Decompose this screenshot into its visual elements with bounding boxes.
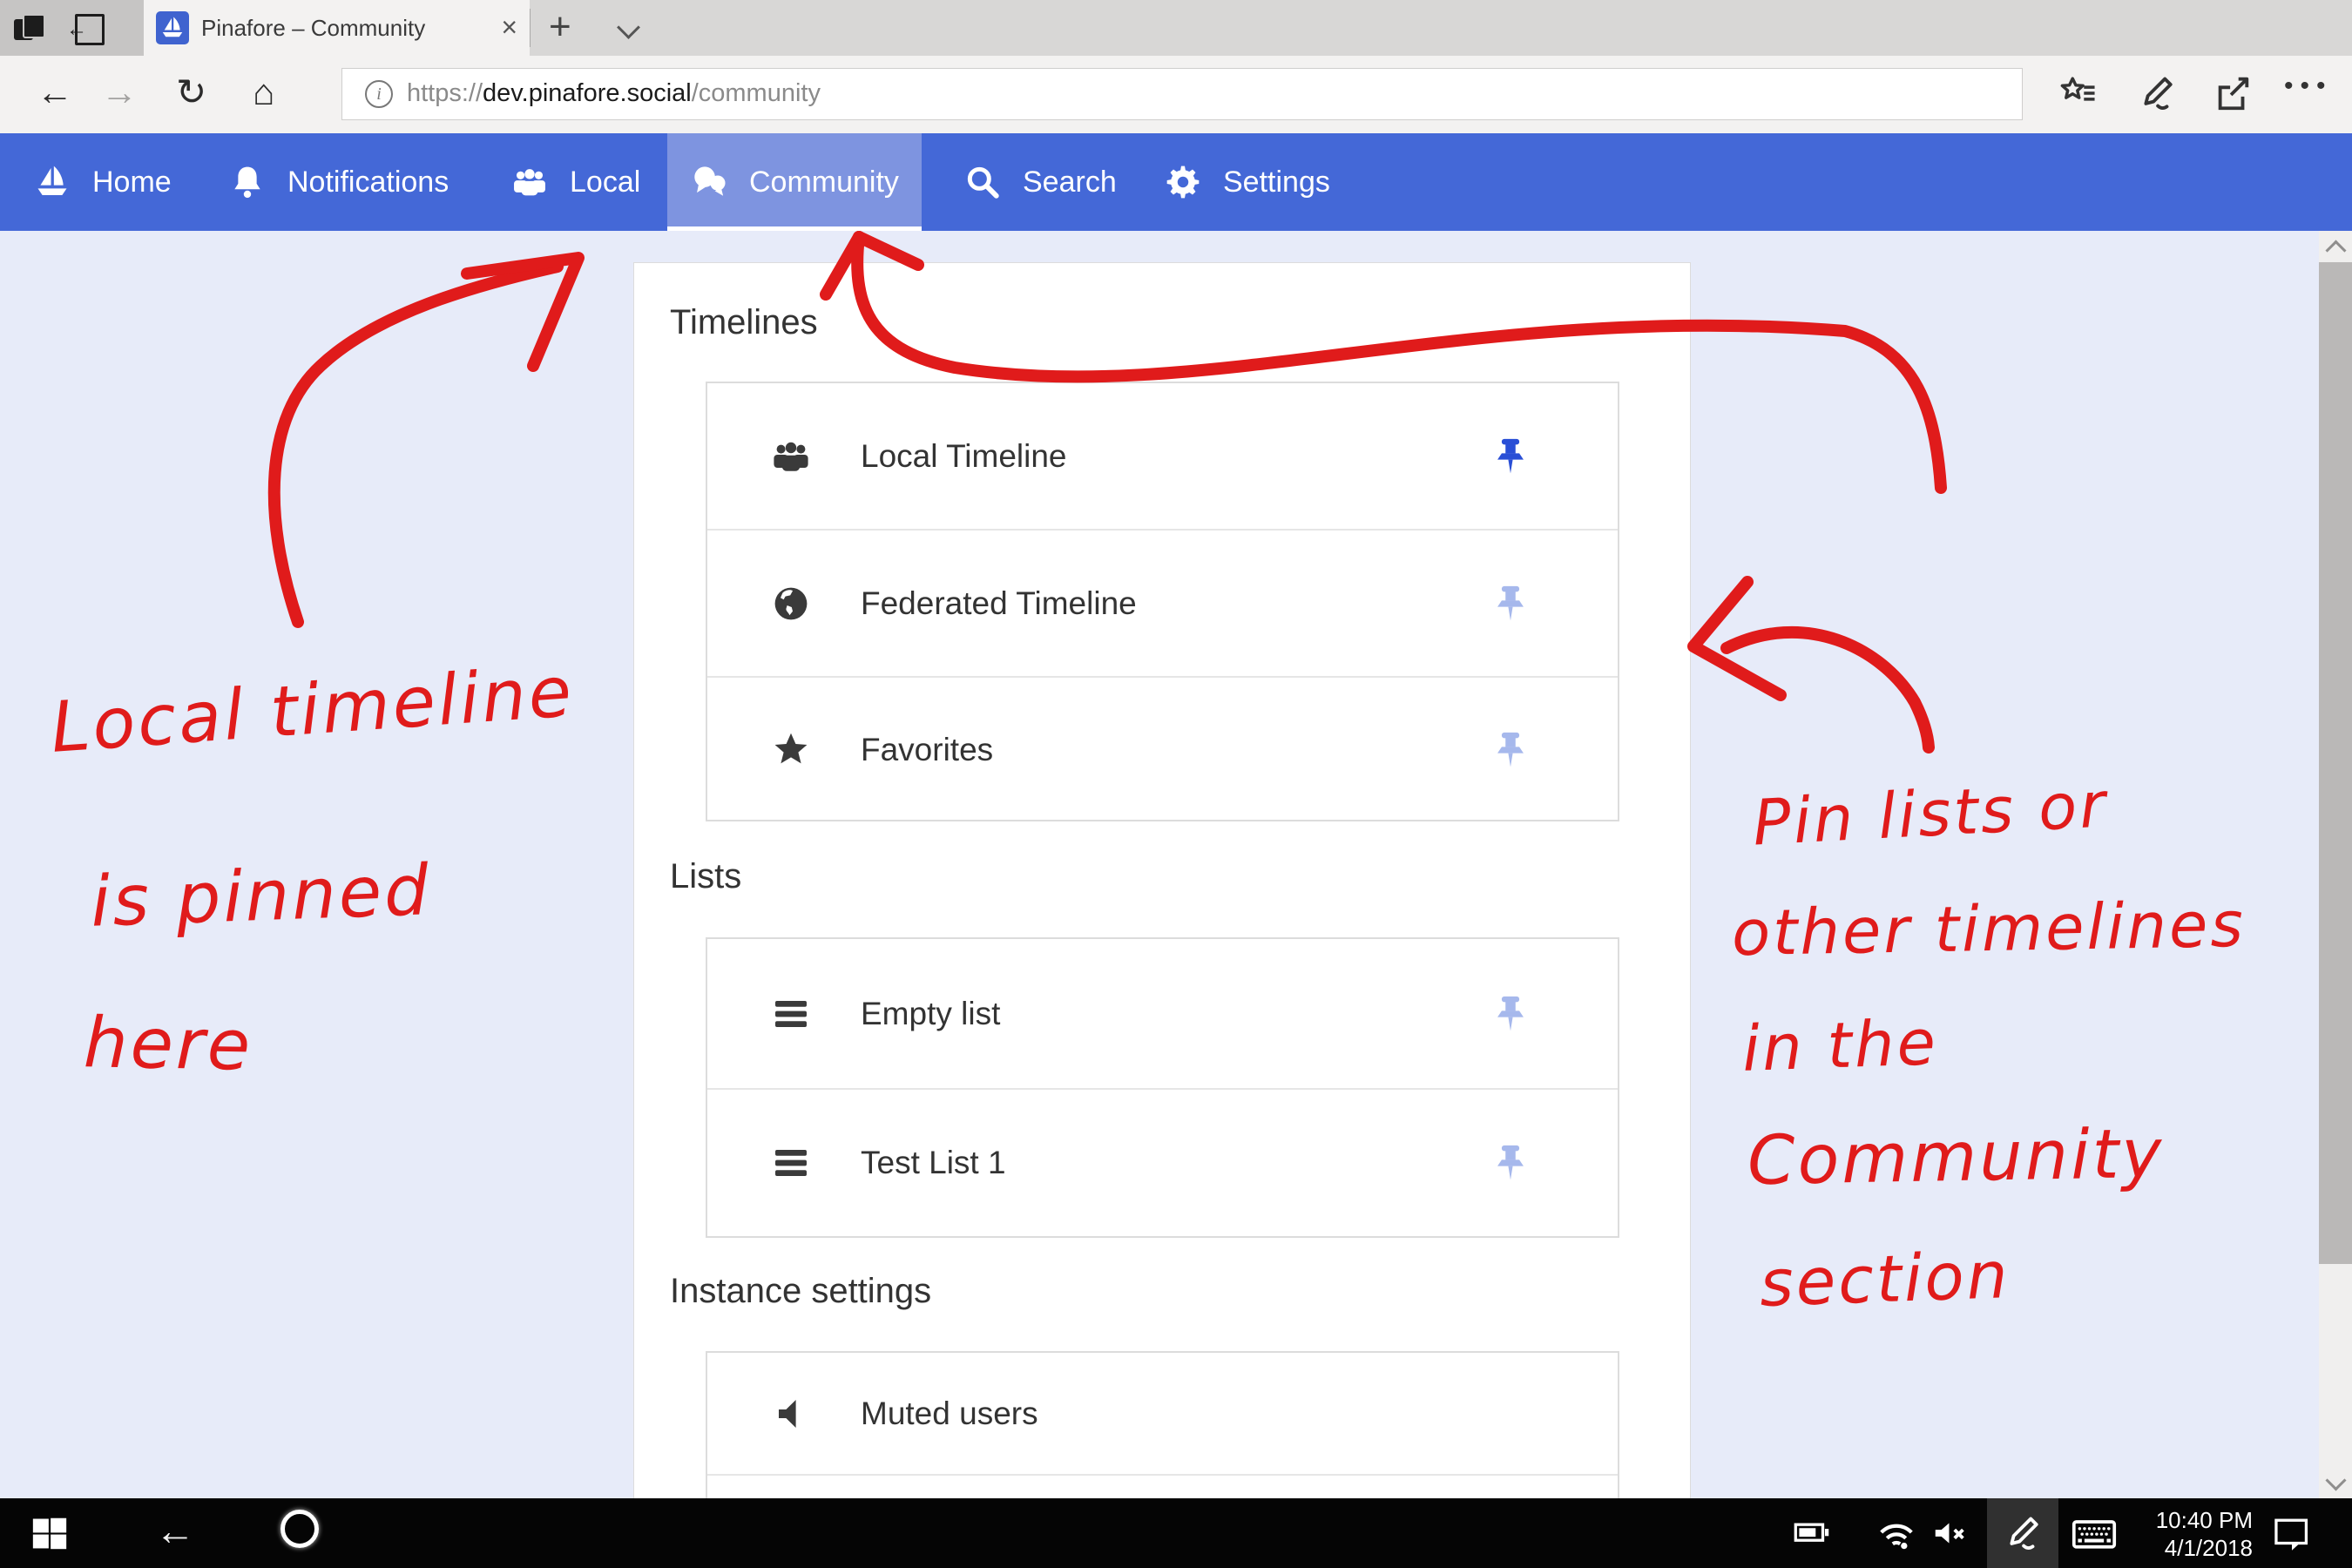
tabs-set-aside-list-icon[interactable] xyxy=(14,12,45,44)
wifi-icon[interactable] xyxy=(1876,1513,1916,1553)
pin-icon[interactable] xyxy=(1490,1143,1531,1183)
refresh-button[interactable]: ↻ xyxy=(176,71,206,113)
list-item-muted-users[interactable]: Muted users xyxy=(707,1353,1618,1474)
start-button-icon[interactable] xyxy=(30,1513,70,1553)
nav-item-settings[interactable]: Settings xyxy=(1164,133,1330,231)
home-button[interactable]: ⌂ xyxy=(253,71,274,113)
new-tab-button[interactable]: + xyxy=(549,5,571,49)
web-note-pen-icon[interactable] xyxy=(2137,73,2177,113)
url-scheme: https:// xyxy=(407,79,483,107)
share-icon[interactable] xyxy=(2213,73,2253,113)
sailboat-icon xyxy=(33,163,71,201)
battery-icon[interactable] xyxy=(1793,1513,1833,1553)
site-info-icon[interactable]: i xyxy=(365,80,393,108)
list-item-local-timeline[interactable]: Local Timeline xyxy=(707,383,1618,529)
touch-keyboard-icon[interactable] xyxy=(2072,1513,2117,1553)
annotation-right-line-5: section xyxy=(1759,1238,2011,1321)
pin-icon[interactable] xyxy=(1490,436,1531,476)
annotation-right-line-4: Community xyxy=(1747,1115,2165,1200)
action-center-icon[interactable] xyxy=(2272,1513,2312,1553)
list-item-partial[interactable] xyxy=(707,1476,1618,1499)
url-path: /community xyxy=(692,79,821,107)
url-host: dev.pinafore.social xyxy=(483,79,692,107)
taskbar-back-icon[interactable]: ← xyxy=(155,1507,195,1554)
annotation-left-line-2: is pinned xyxy=(89,849,432,943)
clock-date: 4/1/2018 xyxy=(2126,1534,2253,1562)
pinafore-nav-bar: Home Notifications Local Community Searc… xyxy=(0,133,2352,231)
favorites-hub-icon[interactable] xyxy=(2058,73,2098,113)
annotation-left-line-3: here xyxy=(83,1002,253,1085)
chat-bubbles-icon xyxy=(690,163,728,201)
lists-list: Empty list Test List 1 xyxy=(706,937,1619,1238)
clock-time: 10:40 PM xyxy=(2126,1506,2253,1534)
tab-preview-chevron-icon[interactable] xyxy=(617,16,640,39)
tab-close-icon[interactable]: × xyxy=(501,10,517,44)
set-tabs-aside-icon[interactable]: ← xyxy=(68,12,103,42)
list-item-federated-timeline[interactable]: Federated Timeline xyxy=(707,531,1618,676)
bell-icon xyxy=(228,163,267,201)
list-icon xyxy=(770,1142,812,1184)
windows-ink-pen-icon xyxy=(2003,1513,2043,1553)
forward-button[interactable]: → xyxy=(101,71,138,113)
nav-item-local[interactable]: Local xyxy=(510,133,640,231)
windows-ink-cell[interactable] xyxy=(1987,1498,2058,1568)
search-icon xyxy=(963,163,1002,201)
nav-item-home[interactable]: Home xyxy=(33,133,172,231)
windows-taskbar: ← 10:40 PM 4/1/2018 xyxy=(0,1498,2352,1568)
section-heading-lists: Lists xyxy=(670,857,741,896)
annotation-right-line-3: in the xyxy=(1741,1005,1939,1085)
tab-title: Pinafore – Community xyxy=(201,15,463,42)
nav-item-community-active[interactable]: Community xyxy=(667,133,922,231)
section-heading-instance-settings: Instance settings xyxy=(670,1272,931,1311)
community-card: Timelines Local Timeline Federated Timel… xyxy=(633,262,1691,1499)
annotation-right-line-2: other timelines xyxy=(1731,888,2246,970)
timelines-list: Local Timeline Federated Timeline Favori… xyxy=(706,382,1619,821)
pinafore-favicon xyxy=(156,11,189,44)
muted-volume-icon[interactable] xyxy=(1930,1513,1970,1553)
browser-tab[interactable]: Pinafore – Community × xyxy=(144,0,530,56)
list-icon xyxy=(770,993,812,1035)
taskbar-clock[interactable]: 10:40 PM 4/1/2018 xyxy=(2126,1506,2253,1562)
pin-icon[interactable] xyxy=(1490,994,1531,1034)
pin-icon[interactable] xyxy=(1490,730,1531,770)
page-scrollbar[interactable] xyxy=(2319,231,2352,1498)
cortana-icon[interactable] xyxy=(280,1510,319,1548)
scrollbar-thumb[interactable] xyxy=(2319,262,2352,1264)
more-options-icon[interactable]: ••• xyxy=(2284,71,2333,101)
people-icon xyxy=(510,163,549,201)
url-text: https://dev.pinafore.social/community xyxy=(407,79,821,108)
browser-address-bar: ← → ↻ ⌂ i https://dev.pinafore.social/co… xyxy=(0,56,2352,135)
list-item-test-list-1[interactable]: Test List 1 xyxy=(707,1090,1618,1236)
globe-icon xyxy=(770,583,812,625)
browser-tab-bar: ← Pinafore – Community × + xyxy=(0,0,2352,56)
scroll-down-icon[interactable] xyxy=(2325,1470,2346,1490)
gear-icon xyxy=(1164,163,1202,201)
screen: ← Pinafore – Community × + ← → ↻ ⌂ i htt… xyxy=(0,0,2352,1568)
scroll-up-icon[interactable] xyxy=(2325,240,2346,260)
tab-divider xyxy=(530,9,531,47)
list-item-empty-list[interactable]: Empty list xyxy=(707,939,1618,1088)
list-item-favorites[interactable]: Favorites xyxy=(707,678,1618,821)
star-icon xyxy=(770,729,812,771)
url-input[interactable]: i https://dev.pinafore.social/community xyxy=(341,68,2023,120)
people-icon xyxy=(770,436,812,477)
pin-icon[interactable] xyxy=(1490,584,1531,624)
nav-item-notifications[interactable]: Notifications xyxy=(228,133,449,231)
nav-item-search[interactable]: Search xyxy=(963,133,1117,231)
back-button[interactable]: ← xyxy=(37,71,73,113)
section-heading-timelines: Timelines xyxy=(670,303,818,342)
muted-speaker-icon xyxy=(770,1393,812,1435)
instance-settings-list: Muted users xyxy=(706,1351,1619,1499)
